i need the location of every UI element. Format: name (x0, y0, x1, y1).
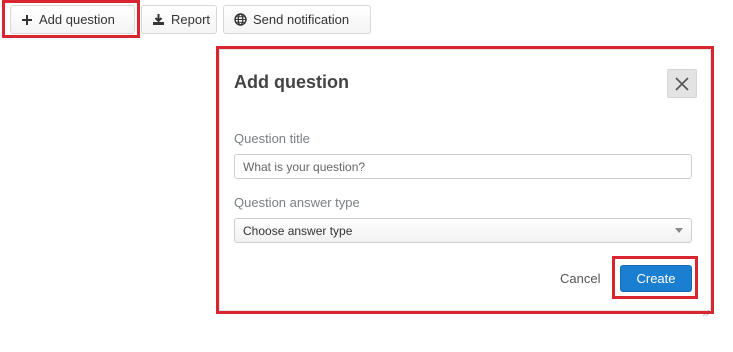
cancel-button[interactable]: Cancel (560, 271, 600, 286)
download-icon (152, 13, 165, 26)
add-question-dialog: Add question Question title Question ans… (219, 49, 711, 317)
resize-grip-icon[interactable] (702, 303, 710, 317)
add-question-label: Add question (39, 12, 115, 27)
report-label: Report (171, 12, 211, 27)
report-button[interactable]: Report (141, 5, 217, 34)
send-notification-button[interactable]: Send notification (223, 5, 371, 34)
toolbar: Add question Report Send notification (10, 5, 371, 34)
answer-type-select[interactable]: Choose answer type (234, 218, 692, 243)
add-question-button[interactable]: Add question (10, 5, 135, 34)
send-notification-label: Send notification (253, 12, 350, 27)
plus-icon (21, 14, 33, 26)
dialog-title: Add question (234, 72, 349, 92)
chevron-down-icon (675, 228, 683, 233)
close-icon (675, 76, 689, 91)
answer-type-selected: Choose answer type (243, 223, 353, 238)
answer-type-label: Question answer type (234, 195, 360, 210)
create-button[interactable]: Create (620, 265, 692, 292)
question-title-input[interactable] (234, 154, 692, 179)
question-title-label: Question title (234, 131, 310, 146)
globe-icon (234, 13, 247, 26)
close-button[interactable] (667, 69, 697, 98)
